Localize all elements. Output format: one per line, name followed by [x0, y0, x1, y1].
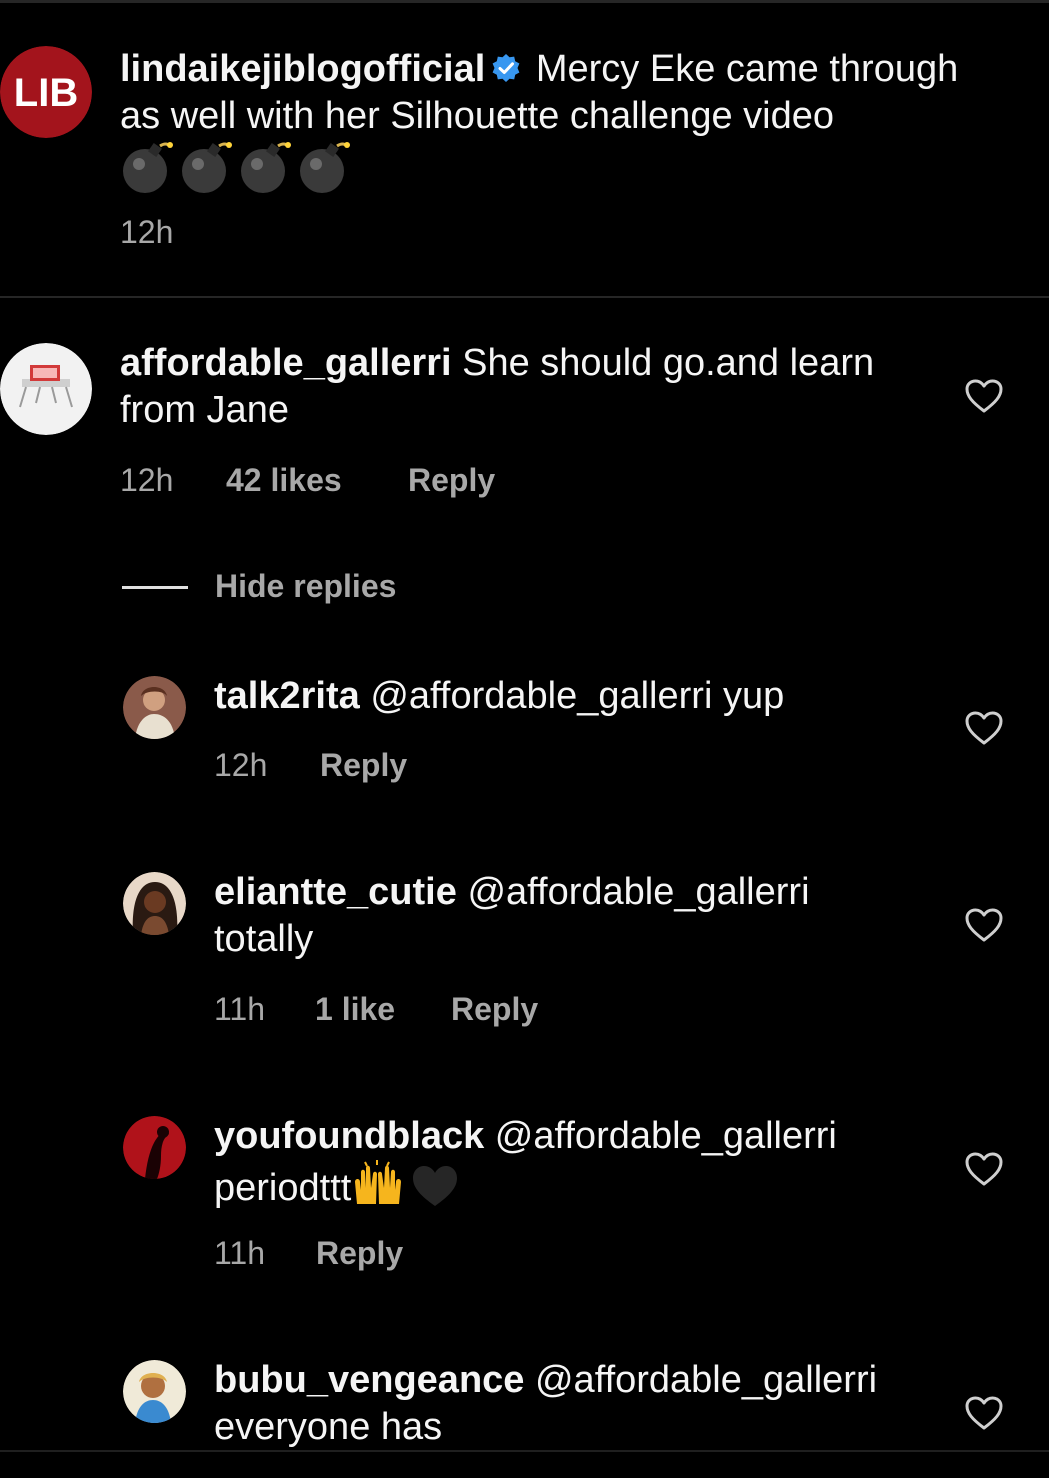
- like-heart-icon[interactable]: [964, 907, 1004, 943]
- talk2rita-avatar[interactable]: [123, 676, 186, 739]
- raising-hands-and-black-heart-icons: [351, 1160, 463, 1220]
- comment-text: affordable_gallerri She should go.and le…: [120, 340, 880, 434]
- reply-1-text: talk2rita @affordable_gallerri yup: [214, 673, 904, 720]
- caption-meta: 12h: [120, 212, 173, 252]
- caption-username[interactable]: lindaikejiblogofficial: [120, 48, 485, 90]
- reply-4-text: bubu_vengeance @affordable_gallerri ever…: [214, 1357, 904, 1451]
- comment-reply-button[interactable]: Reply: [408, 460, 495, 500]
- verified-badge-icon: [491, 48, 521, 82]
- reply-1-body: @affordable_gallerri yup: [370, 675, 785, 717]
- reply-3-time: 11h: [214, 1235, 266, 1271]
- lib-logo-text: LIB: [14, 71, 78, 115]
- lib-avatar[interactable]: LIB: [0, 46, 92, 138]
- bomb-emoji-icons: [120, 140, 356, 206]
- like-heart-icon[interactable]: [964, 1151, 1004, 1187]
- hide-replies-line: [122, 586, 188, 589]
- caption-divider: [0, 296, 1049, 298]
- like-heart-icon[interactable]: [964, 1395, 1004, 1431]
- reply-1-username[interactable]: talk2rita: [214, 675, 360, 717]
- reply-3-username[interactable]: youfoundblack: [214, 1115, 484, 1157]
- reply-2-likes[interactable]: 1 like: [315, 989, 451, 1029]
- caption-time: 12h: [120, 214, 174, 250]
- reply-2-reply-button[interactable]: Reply: [451, 989, 538, 1029]
- bubu-vengeance-avatar[interactable]: [123, 1360, 186, 1423]
- like-heart-icon[interactable]: [964, 378, 1004, 414]
- reply-2-username[interactable]: eliantte_cutie: [214, 871, 457, 913]
- reply-4-username[interactable]: bubu_vengeance: [214, 1359, 524, 1401]
- comment-username[interactable]: affordable_gallerri: [120, 342, 452, 384]
- comment-time: 12h: [120, 462, 174, 498]
- hide-replies-button[interactable]: Hide replies: [215, 566, 396, 606]
- reply-1-meta: 12h Reply: [214, 745, 407, 785]
- reply-3-text: youfoundblack @affordable_gallerri perio…: [214, 1113, 924, 1220]
- eliantte-cutie-avatar[interactable]: [123, 872, 186, 935]
- bottom-divider: [0, 1450, 1049, 1452]
- reply-2-text: eliantte_cutie @affordable_gallerri tota…: [214, 869, 904, 963]
- reply-3-meta: 11h Reply: [214, 1233, 403, 1273]
- like-heart-icon[interactable]: [964, 710, 1004, 746]
- youfoundblack-avatar[interactable]: [123, 1116, 186, 1179]
- reply-1-reply-button[interactable]: Reply: [320, 745, 407, 785]
- top-divider: [0, 0, 1049, 3]
- comment-meta: 12h 42 likes Reply: [120, 460, 495, 500]
- reply-1-time: 12h: [214, 747, 268, 783]
- reply-2-time: 11h: [214, 991, 266, 1027]
- comment-likes[interactable]: 42 likes: [226, 460, 408, 500]
- caption-text: lindaikejiblogofficial Mercy Eke came th…: [120, 46, 1000, 206]
- affordable-gallerri-avatar[interactable]: [0, 343, 92, 435]
- reply-3-reply-button[interactable]: Reply: [316, 1233, 403, 1273]
- reply-2-meta: 11h 1 like Reply: [214, 989, 538, 1029]
